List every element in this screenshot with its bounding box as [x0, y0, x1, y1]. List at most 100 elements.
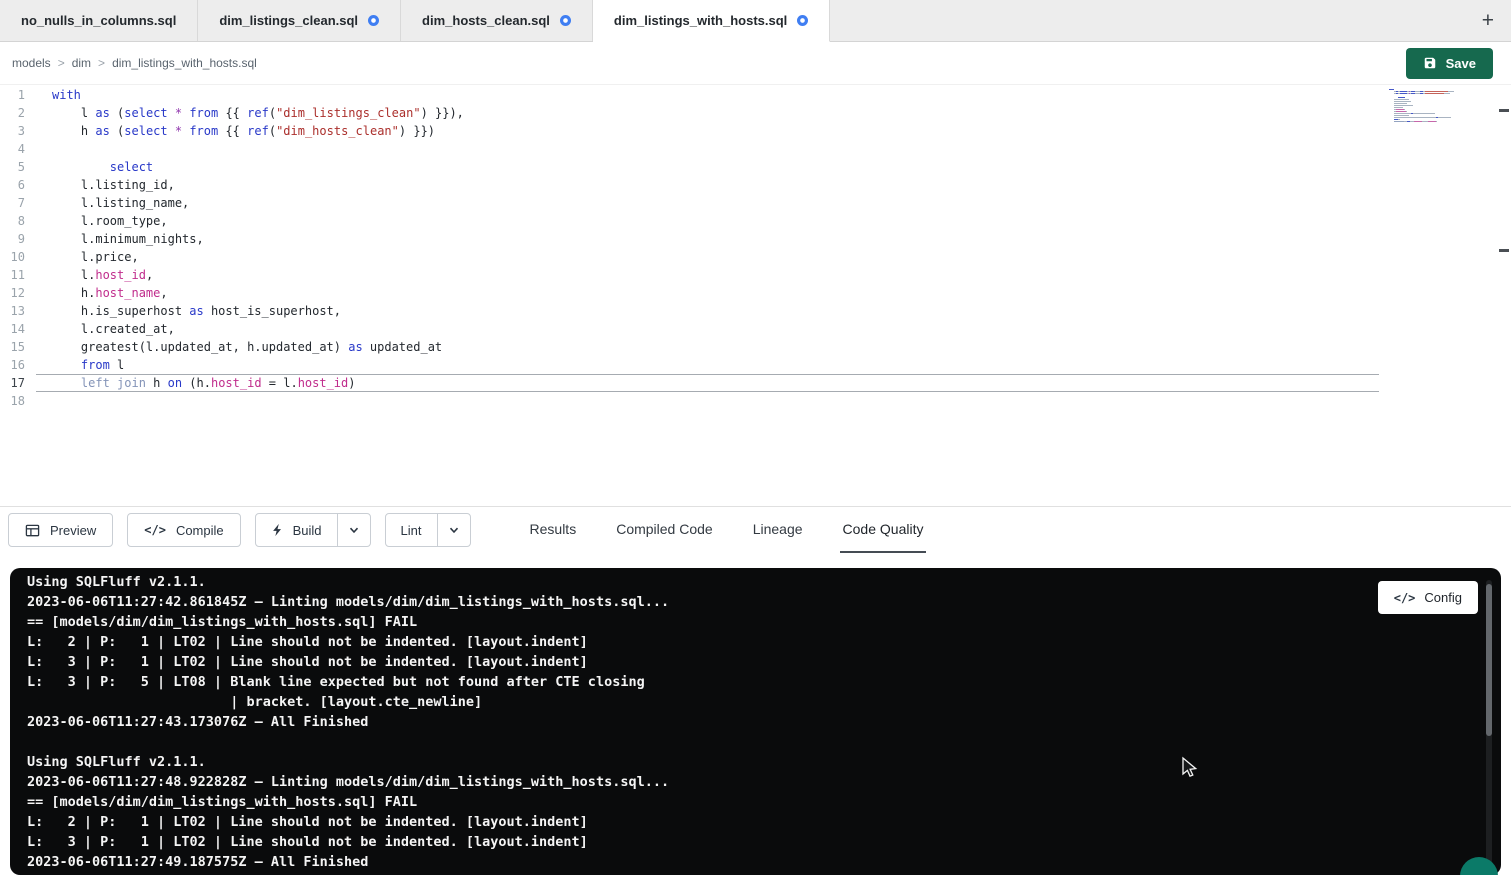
- code-line-12[interactable]: 12 h.host_name,: [0, 284, 1511, 302]
- breadcrumb-bar: models > dim > dim_listings_with_hosts.sql S…: [0, 42, 1511, 85]
- unsaved-indicator-icon: [560, 15, 571, 26]
- terminal-line: 2023-06-06T11:27:49.187575Z — All Finish…: [27, 852, 1461, 872]
- line-number: 17: [0, 374, 36, 392]
- build-bolt-icon: [271, 523, 284, 537]
- terminal-line: Using SQLFluff v2.1.1.: [27, 572, 1461, 592]
- code-text: [36, 392, 1379, 410]
- lint-button[interactable]: Lint: [386, 514, 437, 546]
- code-line-11[interactable]: 11 l.host_id,: [0, 266, 1511, 284]
- code-text: l.room_type,: [36, 212, 1379, 230]
- line-number: 12: [0, 284, 36, 302]
- terminal-line: [27, 732, 1461, 752]
- lint-dropdown-button[interactable]: [437, 514, 470, 546]
- unsaved-indicator-icon: [797, 15, 808, 26]
- build-button[interactable]: Build: [256, 514, 337, 546]
- terminal-line: L: 3 | P: 1 | LT02 | Line should not be …: [27, 832, 1461, 852]
- terminal-line: 2023-06-06T11:27:42.861845Z — Linting mo…: [27, 592, 1461, 612]
- code-line-13[interactable]: 13 h.is_superhost as host_is_superhost,: [0, 302, 1511, 320]
- editor-toolbar: Preview </> Compile Build Lint: [0, 506, 1511, 553]
- breadcrumb-item[interactable]: models: [12, 56, 51, 70]
- code-line-1[interactable]: 1with: [0, 86, 1511, 104]
- build-label: Build: [293, 523, 322, 538]
- code-line-5[interactable]: 5 select: [0, 158, 1511, 176]
- code-line-7[interactable]: 7 l.listing_name,: [0, 194, 1511, 212]
- tab-dim-hosts-clean-sql[interactable]: dim_hosts_clean.sql: [401, 0, 593, 41]
- code-text: l.minimum_nights,: [36, 230, 1379, 248]
- build-dropdown-button[interactable]: [337, 514, 370, 546]
- lint-label: Lint: [401, 523, 422, 538]
- preview-button[interactable]: Preview: [8, 513, 113, 547]
- code-line-17[interactable]: 17 left join h on (h.host_id = l.host_id…: [0, 374, 1511, 392]
- tab-list: no_nulls_in_columns.sql dim_listings_clea…: [0, 0, 830, 41]
- panel-tab-lineage[interactable]: Lineage: [750, 507, 806, 553]
- chevron-down-icon: [348, 524, 360, 536]
- code-line-10[interactable]: 10 l.price,: [0, 248, 1511, 266]
- terminal-panel: Using SQLFluff v2.1.1.2023-06-06T11:27:4…: [10, 568, 1501, 875]
- code-line-15[interactable]: 15 greatest(l.updated_at, h.updated_at) …: [0, 338, 1511, 356]
- terminal-line: L: 3 | P: 1 | LT02 | Line should not be …: [27, 652, 1461, 672]
- code-text: l as (select * from {{ ref("dim_listings…: [36, 104, 1379, 122]
- editor-tab-bar: no_nulls_in_columns.sql dim_listings_clea…: [0, 0, 1511, 42]
- scrollbar-mark: [1499, 249, 1509, 252]
- breadcrumb-item[interactable]: dim: [72, 56, 91, 70]
- tab-label: dim_listings_clean.sql: [219, 13, 358, 28]
- terminal-output: Using SQLFluff v2.1.1.2023-06-06T11:27:4…: [10, 568, 1501, 872]
- tab-dim-listings-clean-sql[interactable]: dim_listings_clean.sql: [198, 0, 401, 41]
- config-label: Config: [1424, 590, 1462, 605]
- terminal-line: L: 3 | P: 5 | LT08 | Blank line expected…: [27, 672, 1461, 692]
- save-button[interactable]: Save: [1406, 48, 1493, 79]
- line-number: 16: [0, 356, 36, 374]
- minimap-line: [1389, 123, 1465, 124]
- code-line-6[interactable]: 6 l.listing_id,: [0, 176, 1511, 194]
- breadcrumb-separator: >: [98, 56, 105, 70]
- breadcrumb: models > dim > dim_listings_with_hosts.sql: [12, 54, 257, 72]
- line-number: 13: [0, 302, 36, 320]
- line-number: 1: [0, 86, 36, 104]
- tab-dim-listings-with-hosts-sql[interactable]: dim_listings_with_hosts.sql: [593, 0, 830, 42]
- preview-label: Preview: [50, 523, 96, 538]
- code-line-18[interactable]: 18: [0, 392, 1511, 410]
- tab-label: dim_listings_with_hosts.sql: [614, 13, 787, 28]
- code-line-14[interactable]: 14 l.created_at,: [0, 320, 1511, 338]
- code-text: select: [36, 158, 1379, 176]
- compile-button[interactable]: </> Compile: [127, 513, 240, 547]
- terminal-line: L: 2 | P: 1 | LT02 | Line should not be …: [27, 632, 1461, 652]
- code-line-9[interactable]: 9 l.minimum_nights,: [0, 230, 1511, 248]
- terminal-scrollbar-thumb[interactable]: [1486, 584, 1492, 736]
- code-text: [36, 140, 1379, 158]
- breadcrumb-separator: >: [58, 56, 65, 70]
- minimap[interactable]: [1389, 89, 1465, 125]
- code-lines: 1with2 l as (select * from {{ ref("dim_l…: [0, 85, 1511, 410]
- code-brackets-icon: </>: [1394, 591, 1416, 605]
- code-text: l.host_id,: [36, 266, 1379, 284]
- code-line-3[interactable]: 3 h as (select * from {{ ref("dim_hosts_…: [0, 122, 1511, 140]
- save-floppy-icon: [1423, 56, 1437, 70]
- terminal-line: 2023-06-06T11:27:48.922828Z — Linting mo…: [27, 772, 1461, 792]
- dbt-ide-app: no_nulls_in_columns.sql dim_listings_clea…: [0, 0, 1511, 875]
- panel-tab-compiled-code[interactable]: Compiled Code: [613, 507, 716, 553]
- code-editor[interactable]: 1with2 l as (select * from {{ ref("dim_l…: [0, 85, 1511, 506]
- terminal-line: 2023-06-06T11:27:43.173076Z — All Finish…: [27, 712, 1461, 732]
- tab-no-nulls-in-columns-sql[interactable]: no_nulls_in_columns.sql: [0, 0, 198, 41]
- panel-tab-results[interactable]: Results: [527, 507, 580, 553]
- breadcrumb-item[interactable]: dim_listings_with_hosts.sql: [112, 56, 257, 70]
- scrollbar-mark: [1499, 109, 1509, 112]
- code-text: l.listing_id,: [36, 176, 1379, 194]
- terminal-line: == [models/dim/dim_listings_with_hosts.s…: [27, 792, 1461, 812]
- code-text: l.price,: [36, 248, 1379, 266]
- unsaved-indicator-icon: [368, 15, 379, 26]
- terminal-line: L: 2 | P: 1 | LT02 | Line should not be …: [27, 812, 1461, 832]
- new-tab-button[interactable]: +: [1465, 0, 1511, 41]
- config-button[interactable]: </> Config: [1378, 581, 1478, 614]
- code-text: greatest(l.updated_at, h.updated_at) as …: [36, 338, 1379, 356]
- line-number: 18: [0, 392, 36, 410]
- code-line-8[interactable]: 8 l.room_type,: [0, 212, 1511, 230]
- code-text: l.listing_name,: [36, 194, 1379, 212]
- code-text: l.created_at,: [36, 320, 1379, 338]
- code-line-4[interactable]: 4: [0, 140, 1511, 158]
- panel-tab-code-quality[interactable]: Code Quality: [840, 507, 927, 553]
- code-line-2[interactable]: 2 l as (select * from {{ ref("dim_listin…: [0, 104, 1511, 122]
- save-button-label: Save: [1446, 56, 1476, 71]
- code-line-16[interactable]: 16 from l: [0, 356, 1511, 374]
- tab-label: dim_hosts_clean.sql: [422, 13, 550, 28]
